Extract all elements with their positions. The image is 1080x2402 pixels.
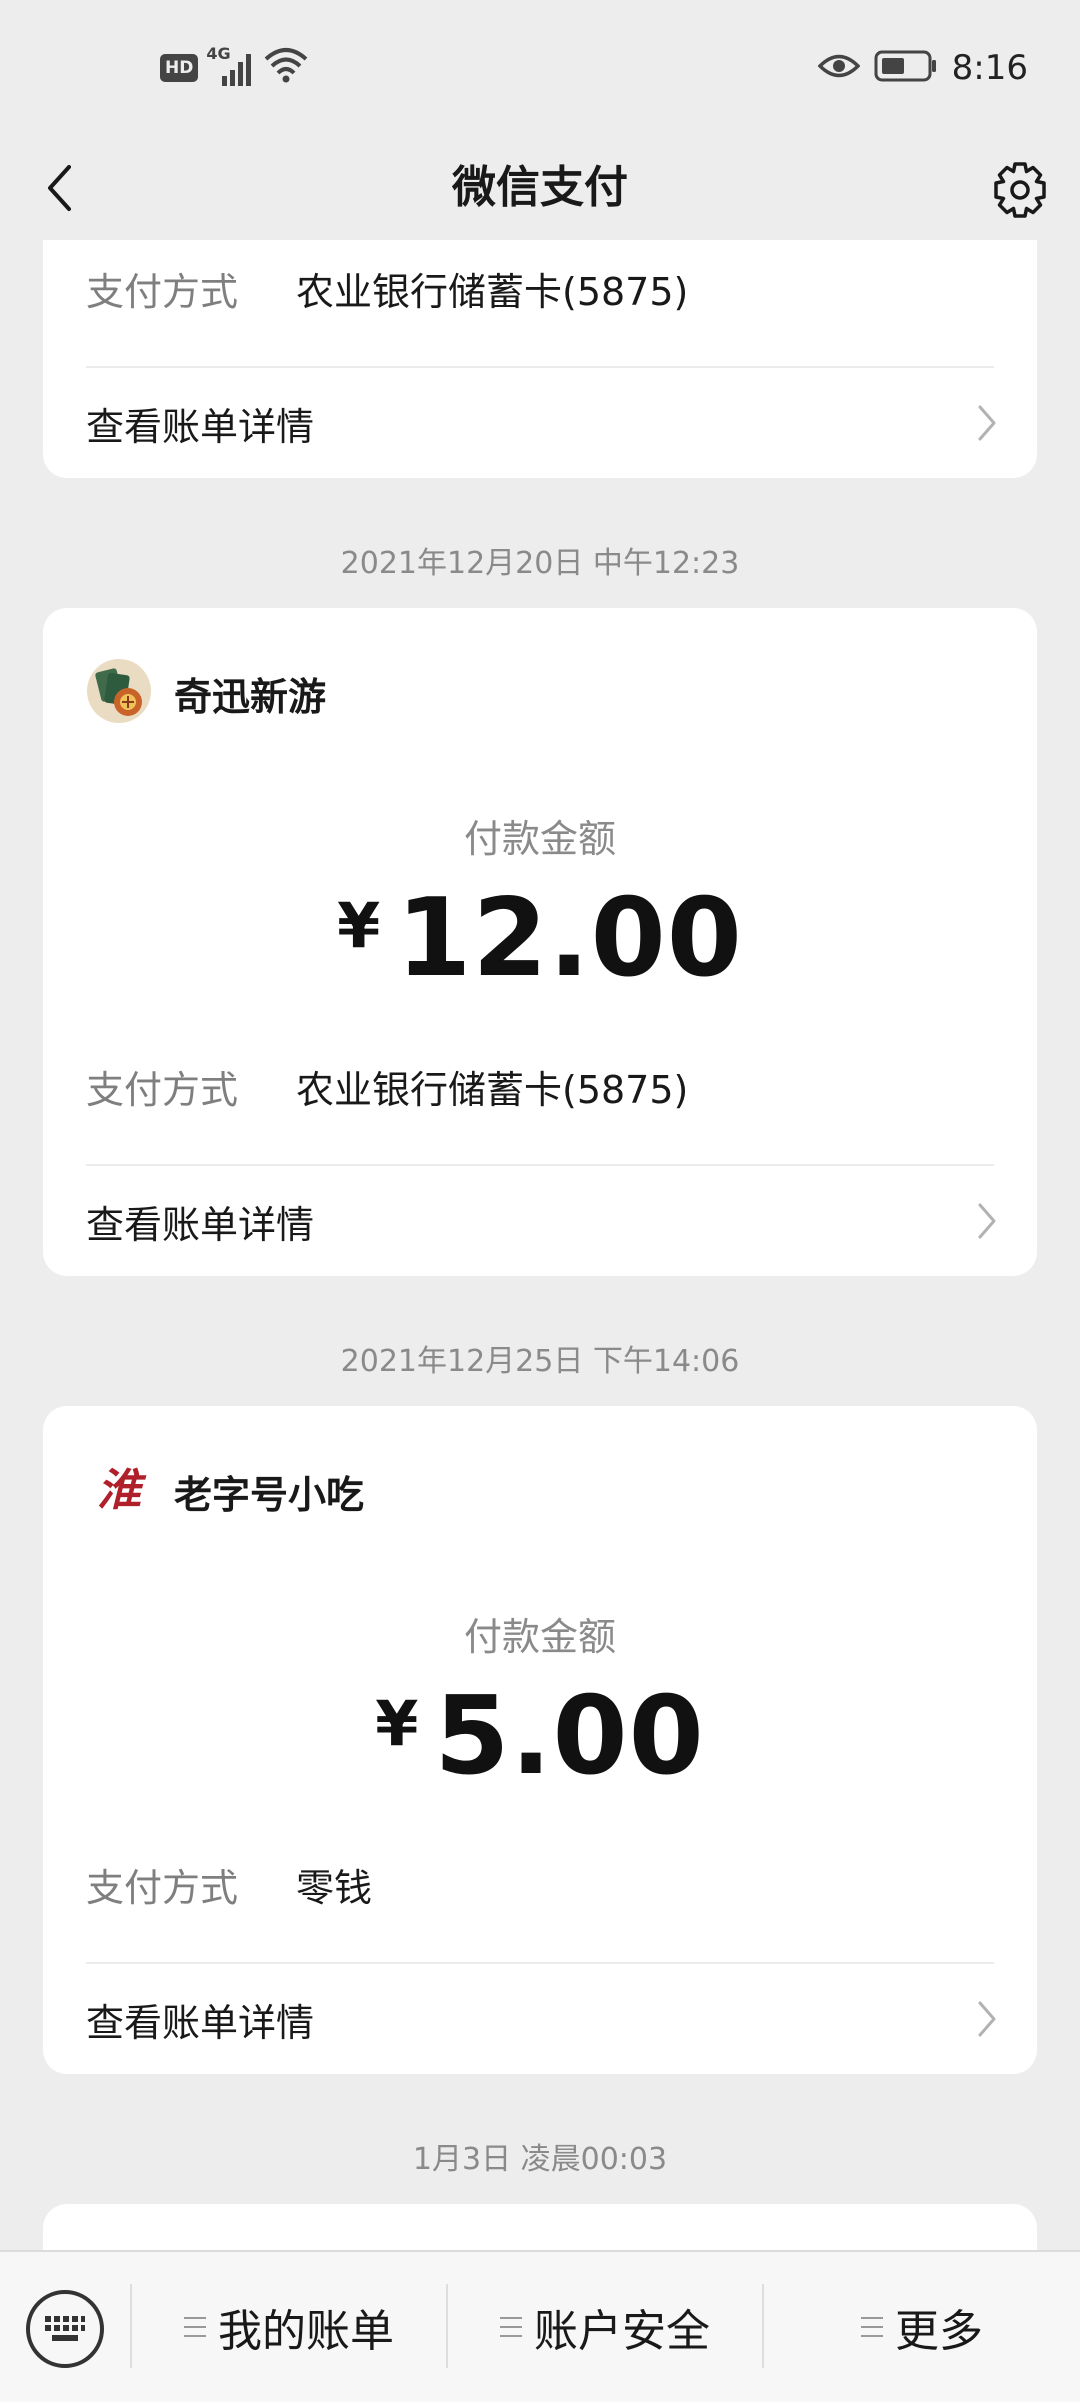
payment-method-row: 支付方式 农业银行储蓄卡(5875): [86, 258, 994, 318]
merchant-header[interactable]: 奇迅新游: [86, 658, 326, 728]
menu-my-bills[interactable]: 我的账单: [132, 2252, 446, 2402]
view-bill-detail-link[interactable]: 查看账单详情: [86, 1166, 997, 1276]
amount-value: 5.00: [434, 1674, 705, 1799]
date-label: 2021年12月20日 中午12:23: [340, 546, 740, 581]
menu-label: 我的账单: [218, 2306, 394, 2357]
amount-value: 12.00: [396, 876, 743, 1001]
view-bill-detail-label: 查看账单详情: [86, 1202, 315, 1247]
nav-bar: 微信支付: [0, 136, 1080, 240]
amount-label: 付款金额: [463, 817, 616, 861]
payment-method-label: 支付方式: [86, 1865, 239, 1910]
amount: ¥12.00: [43, 876, 1037, 1001]
view-bill-detail-label: 查看账单详情: [86, 2000, 315, 2045]
payment-method-value: 零钱: [296, 1865, 373, 1910]
amount: ¥5.00: [43, 1674, 1037, 1799]
battery-icon: [874, 50, 938, 86]
bottom-menu-bar: 我的账单 账户安全 更多: [0, 2250, 1080, 2402]
merchant-name: 奇迅新游: [174, 674, 327, 719]
hd-badge: HD: [160, 54, 199, 82]
menu-account-security[interactable]: 账户安全: [448, 2252, 762, 2402]
merchant-avatar-icon: [86, 658, 152, 728]
chevron-right-icon: [978, 405, 996, 441]
status-bar: HD 4G 8:16: [0, 0, 1080, 136]
settings-button[interactable]: [988, 158, 1052, 222]
status-time: 8:16: [951, 48, 1028, 88]
bill-list[interactable]: 支付方式 农业银行储蓄卡(5875) 查看账单详情 2021年12月20日 中午…: [0, 240, 1080, 2250]
payment-method-label: 支付方式: [86, 1067, 239, 1112]
view-bill-detail-link[interactable]: 查看账单详情: [86, 1964, 997, 2074]
payment-method-row: 支付方式 农业银行储蓄卡(5875): [86, 1056, 994, 1116]
keyboard-icon: [45, 2316, 85, 2341]
menu-more[interactable]: 更多: [764, 2252, 1080, 2402]
status-right: 8:16: [817, 44, 1028, 92]
merchant-header[interactable]: 淮 老字号小吃: [86, 1456, 364, 1526]
menu-label: 更多: [895, 2306, 983, 2357]
payment-card: 奇迅新游 付款金额 ¥12.00 支付方式 农业银行储蓄卡(5875) 查看账单…: [43, 608, 1037, 1276]
chevron-right-icon: [978, 2001, 996, 2037]
menu-label: 账户安全: [534, 2306, 710, 2357]
eye-icon: [817, 51, 861, 85]
date-label: 2021年12月25日 下午14:06: [340, 1344, 740, 1379]
chevron-right-icon: [978, 1203, 996, 1239]
keyboard-button[interactable]: [26, 2290, 104, 2368]
merchant-name: 老字号小吃: [174, 1472, 365, 1517]
currency-symbol: ¥: [337, 889, 381, 962]
payment-method-row: 支付方式 零钱: [86, 1854, 994, 1914]
menu-icon: [500, 2317, 522, 2337]
payment-card: 淮 老字号小吃 付款金额 ¥5.00 支付方式 零钱 查看账单详情: [43, 1406, 1037, 2074]
currency-symbol: ¥: [375, 1687, 419, 1760]
payment-card: [43, 2204, 1037, 2250]
menu-icon: [861, 2317, 883, 2337]
payment-method-value: 农业银行储蓄卡(5875): [296, 269, 689, 314]
wifi-icon: [264, 47, 308, 89]
gear-icon: [994, 162, 1046, 218]
page-title: 微信支付: [452, 162, 628, 213]
payment-method-label: 支付方式: [86, 269, 239, 314]
menu-icon: [184, 2317, 206, 2337]
status-left: HD 4G: [160, 44, 308, 90]
amount-label: 付款金额: [463, 1615, 616, 1659]
date-label: 1月3日 凌晨00:03: [412, 2142, 668, 2177]
view-bill-detail-label: 查看账单详情: [86, 404, 315, 449]
payment-card: 支付方式 农业银行储蓄卡(5875) 查看账单详情: [43, 240, 1037, 478]
view-bill-detail-link[interactable]: 查看账单详情: [86, 368, 997, 478]
signal-icon: 4G: [206, 44, 256, 88]
payment-method-value: 农业银行储蓄卡(5875): [296, 1067, 689, 1112]
merchant-logo-icon: 淮: [97, 1465, 141, 1516]
